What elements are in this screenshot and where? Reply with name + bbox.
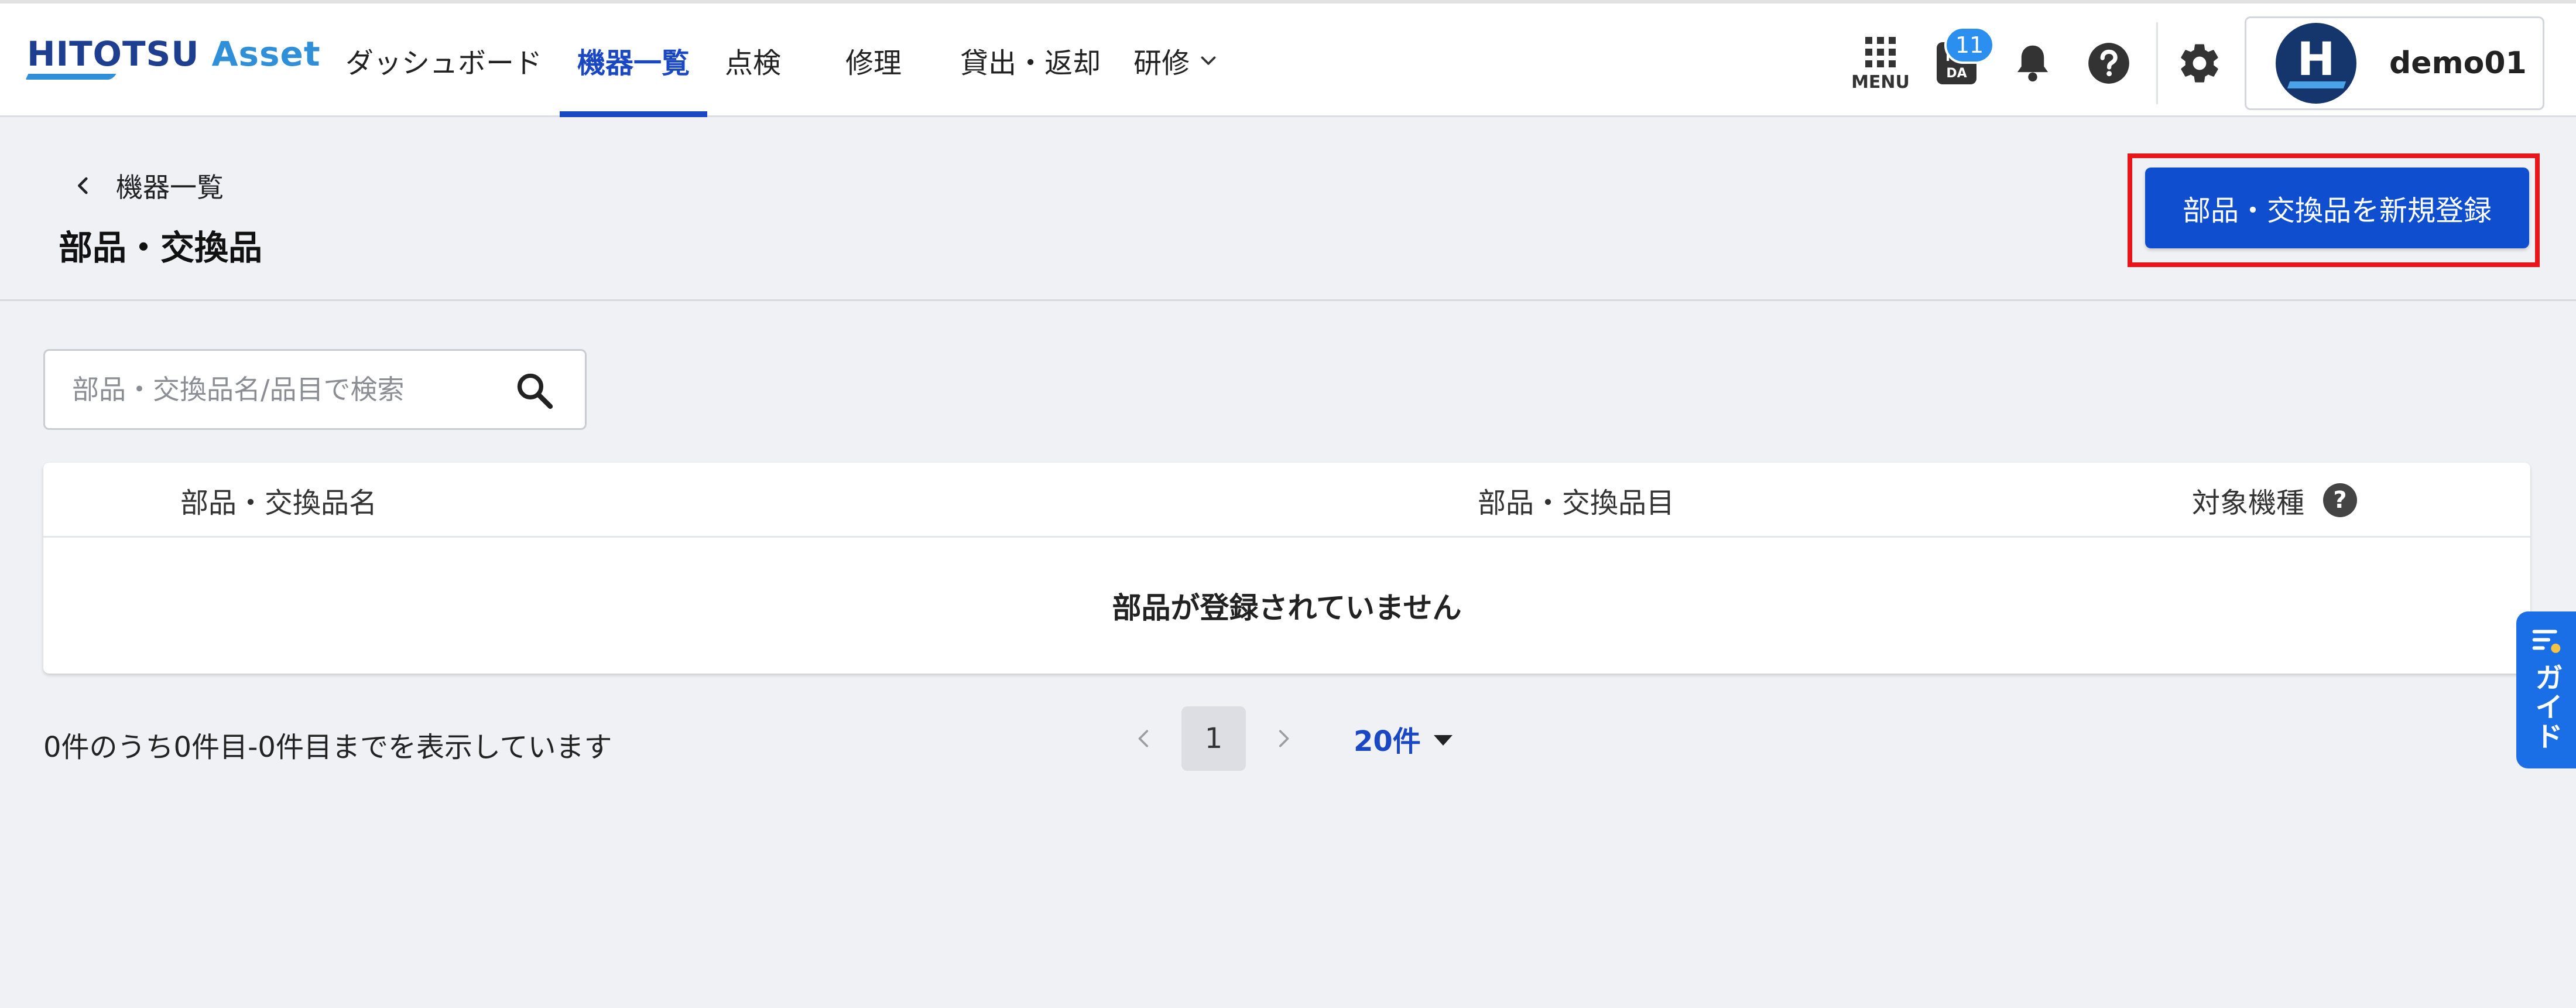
user-menu[interactable]: H demo01	[2245, 16, 2544, 110]
caret-down-icon	[1433, 735, 1453, 746]
column-label: 部品・交換品名	[180, 487, 378, 520]
notifications-button[interactable]	[1995, 19, 2071, 107]
column-header-target-model[interactable]: 対象機種 ?	[2192, 463, 2358, 538]
settings-button[interactable]	[2167, 19, 2232, 107]
pagination: 1 20件	[1112, 706, 1453, 771]
header-divider	[2156, 22, 2158, 104]
main-nav: ダッシュボード 機器一覧 点検 修理 貸出・返却 研修	[328, 4, 1234, 117]
header-actions: MENU PM DA 11	[1842, 16, 2544, 110]
chevron-left-icon	[78, 177, 88, 194]
pmda-count-badge: 11	[1944, 26, 1995, 64]
nav-inspection[interactable]: 点検	[707, 4, 799, 117]
app-header: HITOTSU Asset ダッシュボード 機器一覧 点検 修理 貸出・返却 研…	[0, 0, 2576, 117]
page-title: 部品・交換品	[59, 228, 263, 268]
nav-equipment-list[interactable]: 機器一覧	[560, 4, 708, 117]
menu-label: MENU	[1851, 71, 1910, 93]
logo-accent: Asset	[211, 34, 321, 74]
nav-label: 点検	[725, 47, 782, 80]
nav-repair[interactable]: 修理	[799, 4, 919, 117]
search-box	[43, 349, 587, 430]
register-part-button[interactable]: 部品・交換品を新規登録	[2145, 168, 2529, 248]
menu-button[interactable]: MENU	[1842, 19, 1919, 107]
next-page-button[interactable]	[1251, 706, 1315, 771]
avatar: H	[2276, 23, 2356, 104]
bell-icon	[2017, 45, 2049, 82]
column-label: 部品・交換品目	[1478, 487, 1675, 520]
guide-icon	[2532, 630, 2561, 653]
nav-label: 研修	[1133, 47, 1190, 80]
gear-icon	[2181, 44, 2218, 83]
help-circle-icon	[2088, 43, 2129, 84]
svg-text:DA: DA	[1946, 66, 1967, 81]
help-button[interactable]	[2071, 19, 2147, 107]
user-name: demo01	[2389, 46, 2527, 81]
column-label: 対象機種	[2192, 487, 2305, 520]
guide-label: ガイド	[2530, 663, 2563, 751]
nav-label: 修理	[845, 47, 902, 80]
nav-label: ダッシュボード	[345, 47, 543, 80]
nav-label: 貸出・返却	[960, 47, 1101, 80]
nav-label: 機器一覧	[577, 47, 690, 80]
nav-lending[interactable]: 貸出・返却	[919, 4, 1117, 117]
prev-page-button[interactable]	[1112, 706, 1177, 771]
avatar-initial: H	[2297, 33, 2335, 86]
logo-text: HITOTSU Asset	[27, 36, 321, 71]
empty-state-message: 部品が登録されていません	[1112, 591, 1462, 625]
logo-swoosh	[25, 74, 117, 80]
app-logo[interactable]: HITOTSU Asset	[25, 36, 321, 89]
per-page-value: 20件	[1354, 725, 1421, 758]
logo-main: HITOTSU	[27, 34, 212, 74]
table-header: 部品・交換品名 部品・交換品目 対象機種 ?	[43, 463, 2530, 538]
nav-dashboard[interactable]: ダッシュボード	[328, 4, 560, 117]
help-circle-icon[interactable]: ?	[2323, 483, 2358, 517]
back-link[interactable]: 機器一覧	[74, 166, 224, 205]
column-header-part-name[interactable]: 部品・交換品名	[180, 463, 377, 538]
guide-tab[interactable]: ガイド	[2516, 611, 2576, 768]
nav-training[interactable]: 研修	[1117, 4, 1234, 117]
chevron-right-icon	[1279, 730, 1289, 747]
per-page-select[interactable]: 20件	[1354, 718, 1453, 759]
page-number-current[interactable]: 1	[1181, 706, 1246, 771]
pmda-button[interactable]: PM DA 11	[1919, 19, 1995, 107]
breadcrumb: 機器一覧	[116, 172, 224, 203]
chevron-down-icon	[1201, 56, 1216, 65]
column-header-part-item[interactable]: 部品・交換品目	[1478, 463, 1674, 538]
result-summary: 0件のうち0件目-0件目までを表示しています	[43, 731, 612, 764]
search-input[interactable]	[71, 351, 504, 428]
parts-table: 部品・交換品名 部品・交換品目 対象機種 ? 部品が登録されていません	[43, 463, 2530, 674]
avatar-stripe	[2287, 81, 2347, 88]
apps-grid-icon	[1865, 36, 1896, 67]
chevron-left-icon	[1138, 730, 1149, 747]
page-heading: 機器一覧 部品・交換品 部品・交換品を新規登録	[0, 117, 2576, 301]
search-icon[interactable]	[515, 371, 554, 411]
